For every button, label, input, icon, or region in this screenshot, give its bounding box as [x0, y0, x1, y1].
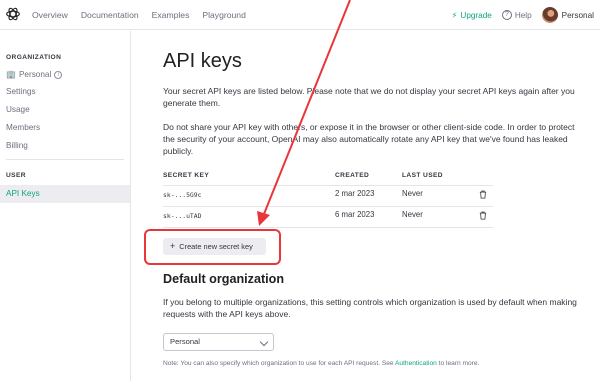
- help-label: Help: [514, 10, 532, 20]
- sidebar-item-members[interactable]: Members: [6, 123, 40, 132]
- column-created: CREATED: [335, 172, 370, 179]
- nav-overview-link[interactable]: Overview: [32, 10, 68, 20]
- table-row: sk-...5G9c 2 mar 2023 Never: [163, 186, 493, 206]
- last-used-value: Never: [402, 189, 423, 198]
- intro-text: Your secret API keys are listed below. P…: [163, 86, 575, 108]
- top-nav-links: Overview Documentation Examples Playgrou…: [32, 0, 246, 30]
- help-link[interactable]: ? Help: [501, 10, 532, 20]
- sidebar-item-label: Personal: [18, 70, 52, 79]
- authentication-link[interactable]: Authentication: [395, 360, 437, 367]
- chevron-down-icon: [259, 337, 269, 347]
- default-organization-select[interactable]: Personal: [163, 333, 274, 351]
- select-value: Personal: [170, 337, 200, 346]
- nav-playground-link[interactable]: Playground: [202, 10, 245, 20]
- nav-documentation-link[interactable]: Documentation: [81, 10, 139, 20]
- lightning-icon: ⚡: [451, 11, 458, 20]
- sidebar-divider: [6, 159, 124, 160]
- building-icon: 🏢: [6, 70, 16, 79]
- sidebar-section-organization: ORGANIZATION: [6, 54, 62, 61]
- openai-logo-icon[interactable]: [5, 6, 21, 22]
- api-keys-table-header: SECRET KEY CREATED LAST USED: [163, 172, 493, 184]
- created-date: 2 mar 2023: [335, 189, 375, 198]
- default-organization-heading: Default organization: [163, 272, 285, 286]
- sidebar: ORGANIZATION 🏢 Personal i Settings Usage…: [0, 31, 131, 381]
- info-icon[interactable]: i: [54, 70, 63, 79]
- created-date: 6 mar 2023: [335, 210, 375, 219]
- sidebar-section-user: USER: [6, 172, 26, 179]
- top-navigation-bar: Overview Documentation Examples Playgrou…: [0, 0, 600, 30]
- top-right-actions: ⚡ Upgrade ? Help Personal: [452, 0, 594, 30]
- column-last-used: LAST USED: [402, 172, 443, 179]
- secret-key-value: sk-...uTAD: [163, 212, 202, 220]
- sidebar-item-personal[interactable]: 🏢 Personal i: [6, 70, 63, 79]
- question-circle-icon: ?: [501, 10, 512, 20]
- upgrade-label: Upgrade: [460, 10, 492, 20]
- note-suffix: to learn more.: [436, 360, 480, 367]
- note-prefix: Note: You can also specify which organiz…: [163, 360, 396, 367]
- account-menu-button[interactable]: Personal: [541, 7, 594, 23]
- table-row: sk-...uTAD 6 mar 2023 Never: [163, 207, 493, 227]
- trash-icon[interactable]: [479, 190, 487, 199]
- security-warning-text: Do not share your API key with others, o…: [163, 122, 575, 156]
- authentication-note: Note: You can also specify which organiz…: [163, 360, 479, 367]
- account-label: Personal: [561, 10, 594, 20]
- trash-icon[interactable]: [479, 211, 487, 220]
- sidebar-item-usage[interactable]: Usage: [6, 105, 30, 114]
- page-title: API keys: [163, 50, 242, 72]
- sidebar-item-api-keys[interactable]: API Keys: [0, 185, 130, 203]
- table-divider: [163, 227, 493, 228]
- nav-examples-link[interactable]: Examples: [152, 10, 190, 20]
- avatar: [541, 7, 558, 23]
- column-secret-key: SECRET KEY: [163, 172, 210, 179]
- sidebar-item-billing[interactable]: Billing: [6, 141, 28, 150]
- sidebar-item-settings[interactable]: Settings: [6, 87, 36, 96]
- default-organization-text: If you belong to multiple organizations,…: [163, 297, 577, 319]
- upgrade-link[interactable]: ⚡ Upgrade: [451, 10, 492, 21]
- secret-key-value: sk-...5G9c: [163, 191, 202, 199]
- annotation-highlight-box: [144, 229, 281, 265]
- last-used-value: Never: [402, 210, 423, 219]
- sidebar-item-label: API Keys: [6, 189, 40, 198]
